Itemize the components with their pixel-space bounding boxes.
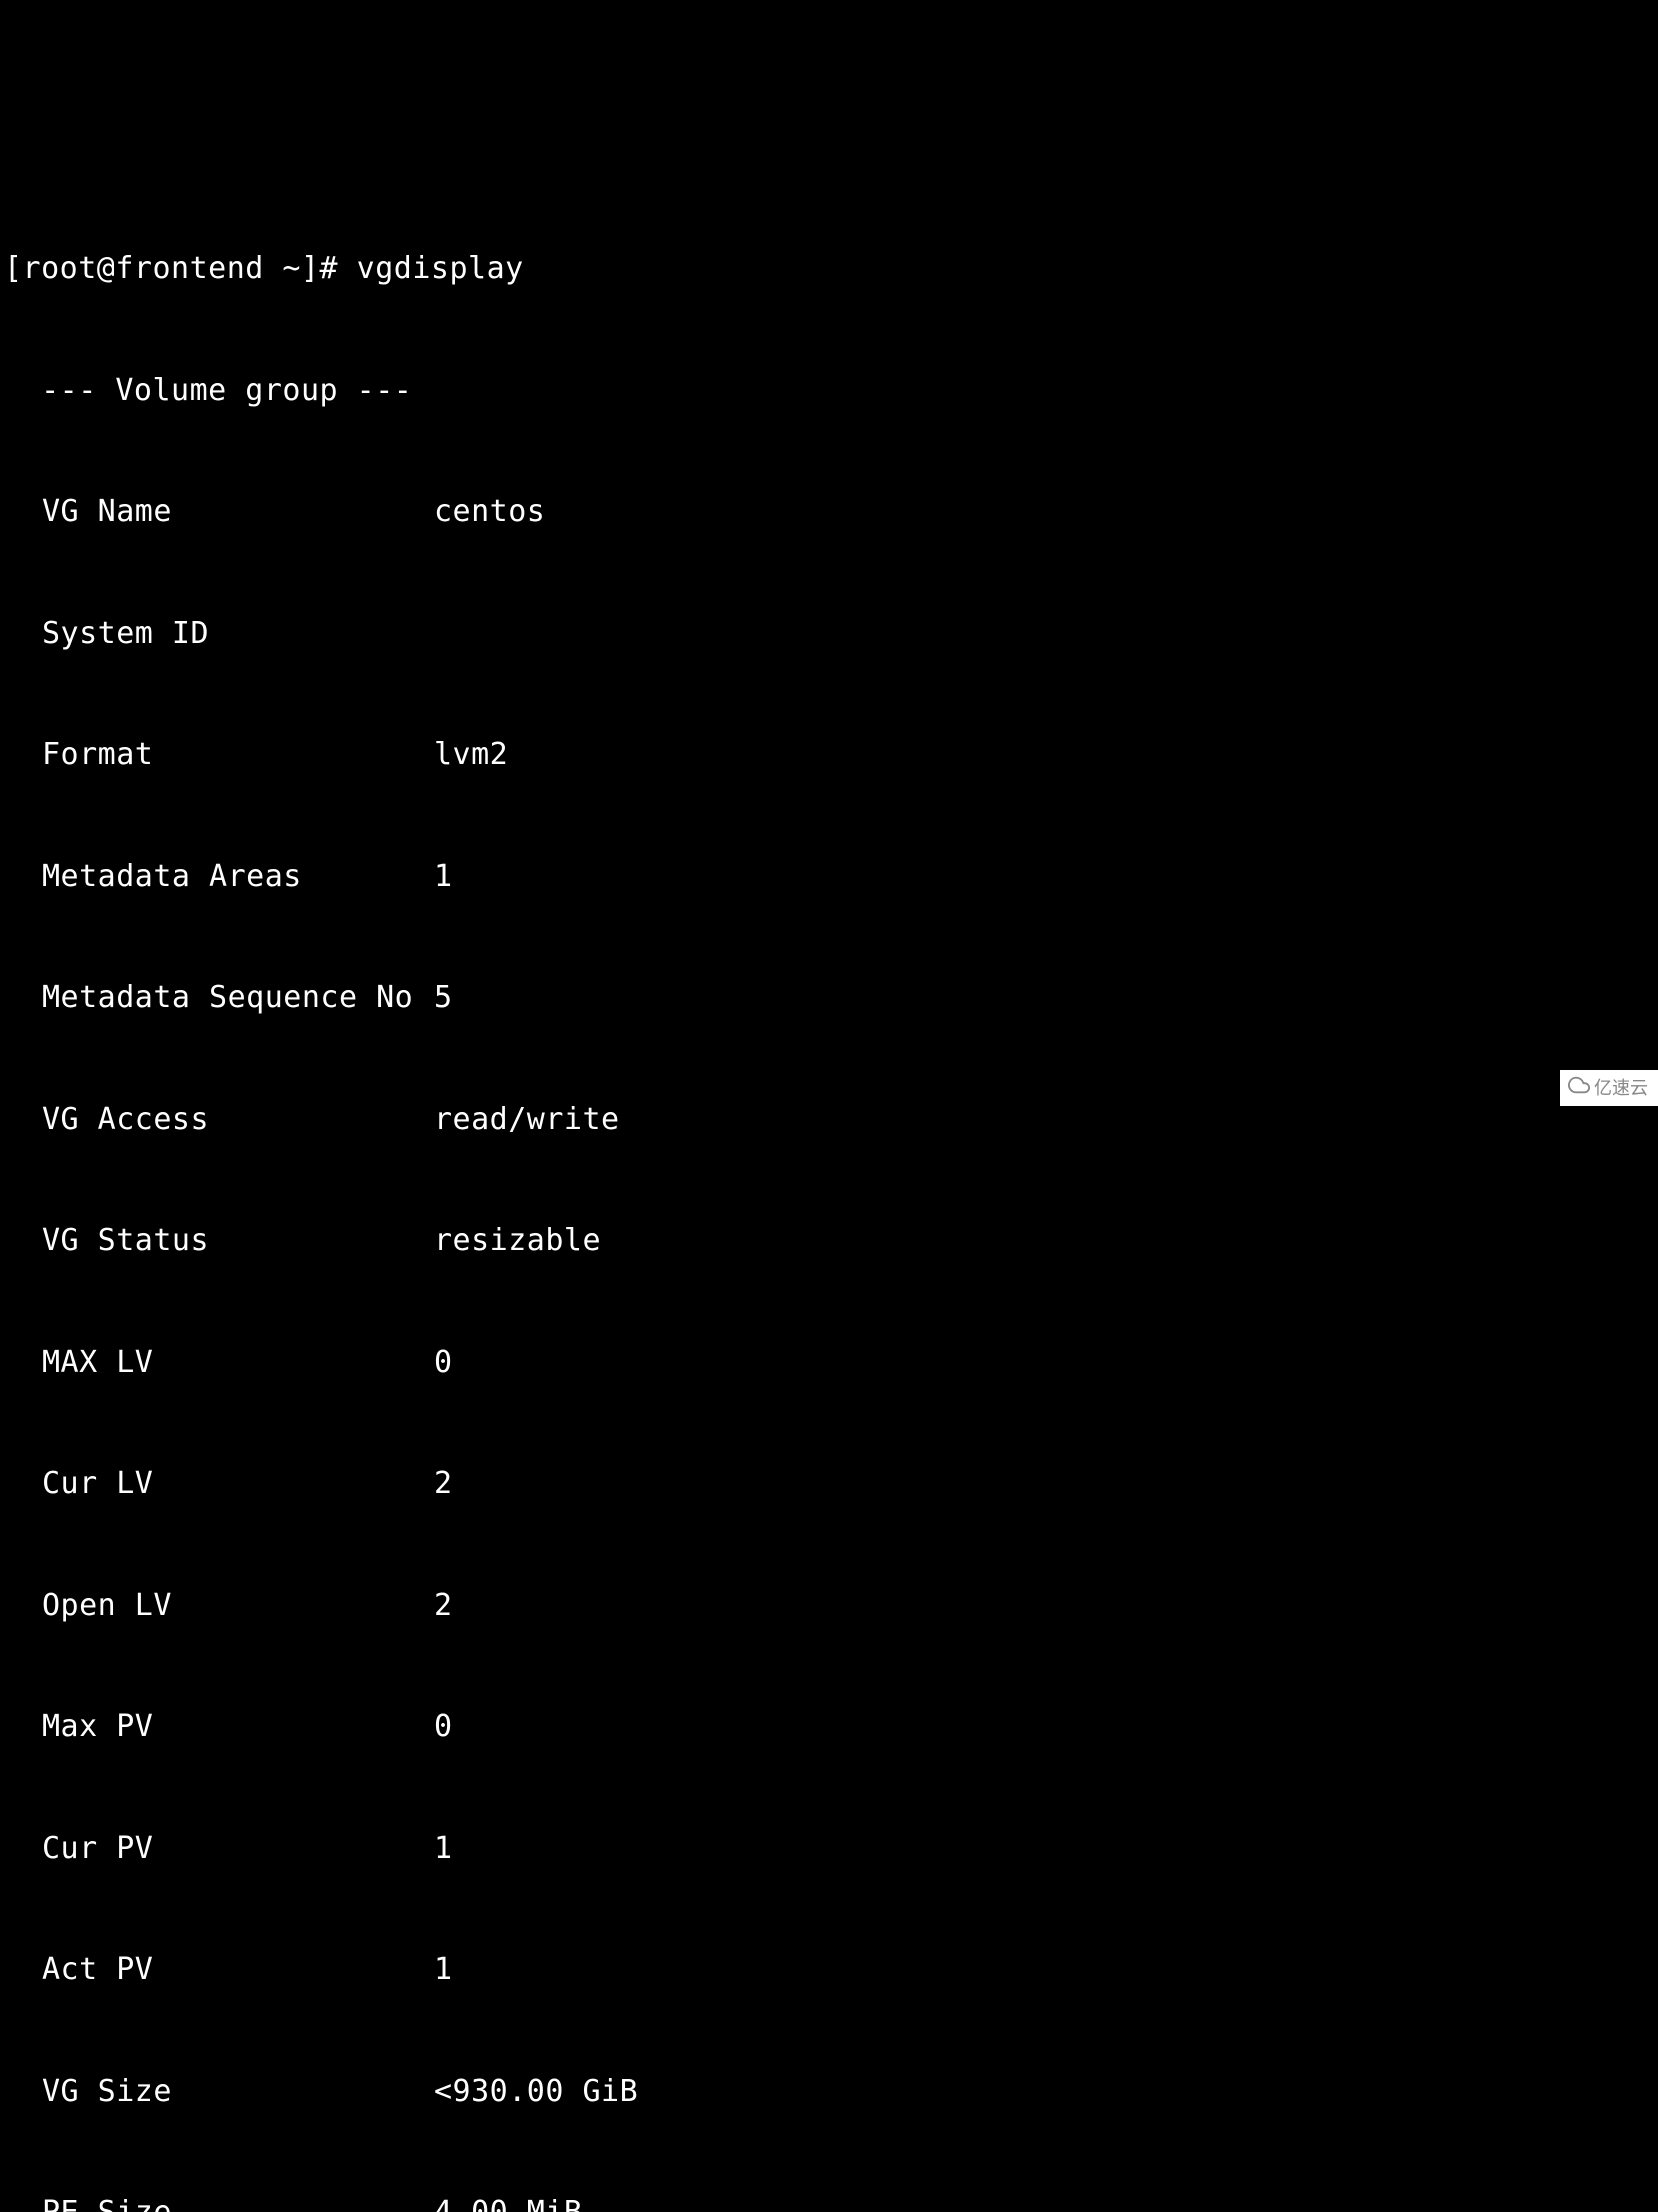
act-pv-label: Act PV — [4, 1950, 434, 1991]
open-lv-value: 2 — [434, 1588, 453, 1623]
open-lv-row: Open LV2 — [4, 1586, 1654, 1627]
cur-lv-label: Cur LV — [4, 1464, 434, 1505]
max-lv-label: MAX LV — [4, 1343, 434, 1384]
max-pv-label: Max PV — [4, 1707, 434, 1748]
cloud-icon — [1568, 1074, 1590, 1102]
system-id-label: System ID — [4, 614, 434, 655]
shell-prompt: [root@frontend ~]# — [4, 251, 357, 286]
terminal-output[interactable]: [root@frontend ~]# vgdisplay --- Volume … — [4, 168, 1654, 2212]
cur-pv-value: 1 — [434, 1831, 453, 1866]
act-pv-row: Act PV1 — [4, 1950, 1654, 1991]
vg-status-row: VG Statusresizable — [4, 1221, 1654, 1262]
format-row: Formatlvm2 — [4, 735, 1654, 776]
pe-size-row: PE Size4.00 MiB — [4, 2193, 1654, 2212]
max-pv-value: 0 — [434, 1709, 453, 1744]
system-id-row: System ID — [4, 614, 1654, 655]
metadata-areas-value: 1 — [434, 859, 453, 894]
max-lv-row: MAX LV0 — [4, 1343, 1654, 1384]
open-lv-label: Open LV — [4, 1586, 434, 1627]
max-lv-value: 0 — [434, 1345, 453, 1380]
vg-section-header: --- Volume group --- — [4, 371, 1654, 412]
metadata-seq-row: Metadata Sequence No5 — [4, 978, 1654, 1019]
vg-name-row: VG Namecentos — [4, 492, 1654, 533]
vg-status-value: resizable — [434, 1223, 601, 1258]
prompt-line: [root@frontend ~]# vgdisplay — [4, 249, 1654, 290]
format-label: Format — [4, 735, 434, 776]
metadata-seq-label: Metadata Sequence No — [4, 978, 434, 1019]
metadata-areas-label: Metadata Areas — [4, 857, 434, 898]
act-pv-value: 1 — [434, 1952, 453, 1987]
watermark-text: 亿速云 — [1594, 1076, 1648, 1100]
cur-pv-row: Cur PV1 — [4, 1829, 1654, 1870]
pe-size-value: 4.00 MiB — [434, 2195, 583, 2212]
format-value: lvm2 — [434, 737, 508, 772]
pe-size-label: PE Size — [4, 2193, 434, 2212]
max-pv-row: Max PV0 — [4, 1707, 1654, 1748]
command-text: vgdisplay — [357, 251, 524, 286]
watermark-badge: 亿速云 — [1560, 1070, 1658, 1106]
cur-lv-value: 2 — [434, 1466, 453, 1501]
metadata-seq-value: 5 — [434, 980, 453, 1015]
vg-size-value: <930.00 GiB — [434, 2074, 638, 2109]
metadata-areas-row: Metadata Areas1 — [4, 857, 1654, 898]
cur-pv-label: Cur PV — [4, 1829, 434, 1870]
vg-status-label: VG Status — [4, 1221, 434, 1262]
vg-name-label: VG Name — [4, 492, 434, 533]
vg-size-row: VG Size<930.00 GiB — [4, 2072, 1654, 2113]
vg-size-label: VG Size — [4, 2072, 434, 2113]
cur-lv-row: Cur LV2 — [4, 1464, 1654, 1505]
vg-name-value: centos — [434, 494, 545, 529]
vg-access-value: read/write — [434, 1102, 620, 1137]
